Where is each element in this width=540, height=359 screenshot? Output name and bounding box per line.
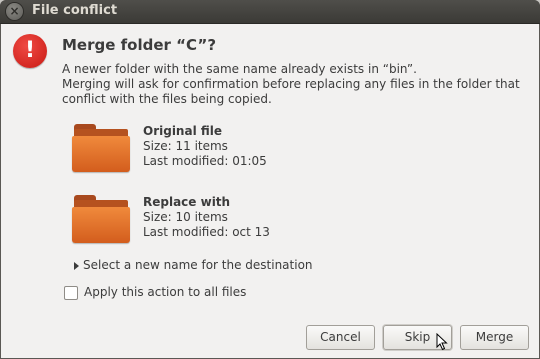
replace-file-info: Replace with Size: 10 items Last modifie… bbox=[143, 195, 270, 240]
replace-folder-icon bbox=[72, 195, 130, 243]
new-name-expander[interactable]: Select a new name for the destination bbox=[74, 258, 313, 272]
expander-arrow-icon bbox=[74, 261, 79, 270]
apply-all-checkbox[interactable] bbox=[64, 285, 78, 300]
dialog-heading: Merge folder “C”? bbox=[62, 36, 217, 54]
description-line: Merging will ask for confirmation before… bbox=[62, 77, 520, 91]
expander-label: Select a new name for the destination bbox=[83, 258, 313, 272]
dialog-description: A newer folder with the same name alread… bbox=[62, 62, 522, 107]
original-file-modified: Last modified: 01:05 bbox=[143, 154, 267, 168]
error-icon: ! bbox=[13, 34, 47, 68]
close-icon[interactable]: × bbox=[6, 3, 23, 20]
window-title: File conflict bbox=[32, 3, 118, 18]
original-folder-icon bbox=[72, 124, 130, 172]
original-file-size: Size: 11 items bbox=[143, 139, 228, 153]
replace-with-label: Replace with bbox=[143, 195, 231, 209]
description-line: conflict with the files being copied. bbox=[62, 92, 272, 106]
replace-file-modified: Last modified: oct 13 bbox=[143, 225, 270, 239]
apply-all-label: Apply this action to all files bbox=[84, 285, 247, 299]
description-line: A newer folder with the same name alread… bbox=[62, 62, 417, 76]
title-bar: × File conflict bbox=[0, 0, 540, 24]
original-file-info: Original file Size: 11 items Last modifi… bbox=[143, 124, 267, 169]
file-conflict-dialog: × File conflict ! Merge folder “C”? A ne… bbox=[0, 0, 540, 359]
replace-file-size: Size: 10 items bbox=[143, 210, 228, 224]
mouse-pointer-icon bbox=[436, 333, 448, 351]
cancel-button[interactable]: Cancel bbox=[306, 325, 375, 350]
original-file-label: Original file bbox=[143, 124, 223, 138]
merge-button[interactable]: Merge bbox=[460, 325, 529, 350]
apply-all-option[interactable]: Apply this action to all files bbox=[64, 285, 246, 300]
